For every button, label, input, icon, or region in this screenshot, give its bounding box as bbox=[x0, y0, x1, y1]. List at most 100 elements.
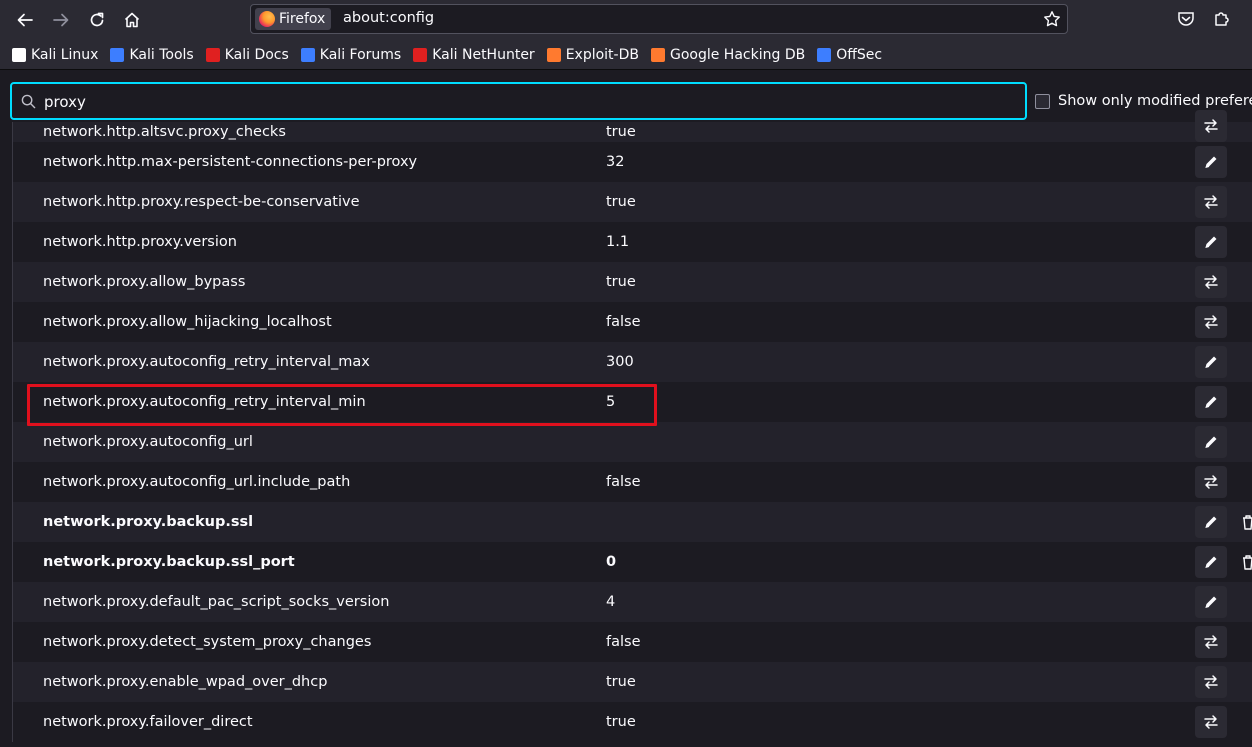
pref-name: network.http.max-persistent-connections-… bbox=[43, 154, 418, 170]
search-box[interactable] bbox=[10, 82, 1027, 120]
bookmark-item[interactable]: Kali Forums bbox=[300, 46, 402, 63]
bookmark-label: Exploit-DB bbox=[565, 46, 639, 63]
pref-name: network.http.altsvc.proxy_checks bbox=[43, 124, 286, 140]
bookmark-label: OffSec bbox=[836, 46, 883, 63]
about-config-page: Show only modified preferences network.h… bbox=[0, 71, 1252, 747]
toggle-button[interactable] bbox=[1195, 110, 1227, 142]
pref-row[interactable]: network.http.proxy.version 1.1 bbox=[13, 222, 1252, 262]
toggle-button[interactable] bbox=[1195, 666, 1227, 698]
bookmark-item[interactable]: Kali NetHunter bbox=[413, 46, 535, 63]
bookmark-item[interactable]: Google Hacking DB bbox=[650, 47, 805, 63]
pref-value: true bbox=[606, 194, 636, 210]
toggle-icon bbox=[1204, 635, 1218, 649]
show-modified-label: Show only modified preferences bbox=[1058, 93, 1252, 109]
pref-row[interactable]: network.proxy.autoconfig_retry_interval_… bbox=[13, 342, 1252, 382]
trash-icon[interactable] bbox=[1241, 554, 1252, 570]
pref-row[interactable]: network.proxy.autoconfig_url bbox=[13, 422, 1252, 462]
bookmark-label: Kali Docs bbox=[224, 46, 289, 63]
pref-row[interactable]: network.proxy.autoconfig_url.include_pat… bbox=[13, 462, 1252, 502]
pref-name: network.proxy.allow_bypass bbox=[43, 274, 246, 290]
toggle-button[interactable] bbox=[1195, 706, 1227, 738]
toggle-button[interactable] bbox=[1195, 466, 1227, 498]
bookmark-star-icon[interactable] bbox=[1043, 10, 1061, 28]
pref-value: 4 bbox=[606, 594, 616, 610]
pref-name: network.proxy.backup.ssl bbox=[43, 514, 254, 530]
toggle-icon bbox=[1204, 195, 1218, 209]
edit-button[interactable] bbox=[1195, 146, 1227, 178]
pref-row[interactable]: network.http.proxy.respect-be-conservati… bbox=[13, 182, 1252, 222]
pencil-icon bbox=[1205, 356, 1217, 368]
identity-label: Firefox bbox=[279, 11, 326, 27]
pencil-icon bbox=[1205, 436, 1217, 448]
bookmark-item[interactable]: Exploit-DB bbox=[546, 46, 639, 63]
pref-name: network.proxy.detect_system_proxy_change… bbox=[43, 634, 372, 650]
trash-icon[interactable] bbox=[1241, 514, 1252, 530]
edit-button[interactable] bbox=[1195, 506, 1227, 538]
toggle-button[interactable] bbox=[1195, 306, 1227, 338]
prefs-table: network.http.altsvc.proxy_checks true netw… bbox=[12, 110, 1252, 742]
pref-row[interactable]: network.proxy.default_pac_script_socks_v… bbox=[13, 582, 1252, 622]
forward-button[interactable] bbox=[47, 6, 75, 34]
toggle-button[interactable] bbox=[1195, 266, 1227, 298]
arrow-left-icon bbox=[17, 13, 33, 27]
toggle-button[interactable] bbox=[1195, 186, 1227, 218]
home-button[interactable] bbox=[118, 6, 146, 34]
edit-button[interactable] bbox=[1195, 386, 1227, 418]
pref-value: 32 bbox=[606, 154, 625, 170]
pref-name: network.http.proxy.version bbox=[43, 234, 237, 250]
back-button[interactable] bbox=[11, 6, 39, 34]
nav-toolbar: Firefox about:config bbox=[0, 0, 1252, 40]
bookmark-label: Kali Linux bbox=[31, 46, 99, 63]
url-bar[interactable]: Firefox about:config bbox=[250, 4, 1068, 34]
pref-name: network.proxy.autoconfig_url.include_pat… bbox=[43, 474, 351, 490]
pref-row[interactable]: network.proxy.autoconfig_retry_interval_… bbox=[13, 382, 1252, 422]
toggle-icon bbox=[1204, 475, 1218, 489]
pref-row[interactable]: network.http.altsvc.proxy_checks true bbox=[13, 110, 1252, 142]
edit-button[interactable] bbox=[1195, 586, 1227, 618]
pencil-icon bbox=[1205, 556, 1217, 568]
pref-row[interactable]: network.proxy.detect_system_proxy_change… bbox=[13, 622, 1252, 662]
toggle-button[interactable] bbox=[1195, 626, 1227, 658]
pref-row[interactable]: network.proxy.enable_wpad_over_dhcp true bbox=[13, 662, 1252, 702]
show-modified-checkbox[interactable] bbox=[1035, 93, 1050, 109]
pref-name: network.http.proxy.respect-be-conservati… bbox=[43, 194, 360, 210]
pref-row[interactable]: network.proxy.allow_hijacking_localhost f… bbox=[13, 302, 1252, 342]
search-input[interactable] bbox=[44, 90, 1004, 114]
url-text[interactable]: about:config bbox=[343, 10, 434, 26]
bookmarks-toolbar: Kali Linux Kali Tools Kali Docs Kali Forums… bbox=[0, 40, 1252, 70]
pencil-icon bbox=[1205, 596, 1217, 608]
bookmark-item[interactable]: Kali Linux bbox=[12, 47, 98, 63]
pref-value: true bbox=[606, 714, 636, 730]
identity-box[interactable]: Firefox bbox=[255, 8, 332, 30]
pocket-icon[interactable] bbox=[1176, 9, 1196, 29]
edit-button[interactable] bbox=[1195, 546, 1227, 578]
pref-row[interactable]: network.http.max-persistent-connections-… bbox=[13, 142, 1252, 182]
bookmark-item[interactable]: Kali Docs bbox=[205, 46, 289, 63]
pref-value: false bbox=[606, 314, 641, 330]
edit-button[interactable] bbox=[1195, 226, 1227, 258]
show-modified-toggle[interactable]: Show only modified preferences bbox=[1035, 93, 1252, 109]
pref-name: network.proxy.failover_direct bbox=[43, 714, 253, 730]
edit-button[interactable] bbox=[1195, 346, 1227, 378]
pref-row[interactable]: network.proxy.allow_bypass true bbox=[13, 262, 1252, 302]
extensions-icon[interactable] bbox=[1212, 9, 1232, 29]
reload-button[interactable] bbox=[83, 6, 111, 34]
bookmark-label: Kali NetHunter bbox=[432, 46, 535, 63]
bookmark-label: Kali Forums bbox=[319, 46, 402, 63]
pref-value: 0 bbox=[606, 554, 617, 570]
pencil-icon bbox=[1205, 516, 1217, 528]
exploit-db-icon bbox=[546, 47, 561, 62]
bookmark-item[interactable]: OffSec bbox=[817, 47, 882, 63]
toggle-icon bbox=[1204, 675, 1218, 689]
pref-name: network.proxy.enable_wpad_over_dhcp bbox=[43, 674, 328, 690]
edit-button[interactable] bbox=[1195, 426, 1227, 458]
pref-row[interactable]: network.proxy.backup.ssl bbox=[13, 502, 1252, 542]
pref-value: 5 bbox=[606, 394, 616, 410]
kali-nethunter-icon bbox=[413, 47, 428, 62]
toggle-icon bbox=[1204, 715, 1218, 729]
bookmark-item[interactable]: Kali Tools bbox=[110, 47, 194, 63]
pref-row[interactable]: network.proxy.failover_direct true bbox=[13, 702, 1252, 742]
offsec-icon bbox=[817, 47, 832, 62]
pref-row[interactable]: network.proxy.backup.ssl_port 0 bbox=[13, 542, 1252, 582]
pref-value: true bbox=[606, 674, 636, 690]
